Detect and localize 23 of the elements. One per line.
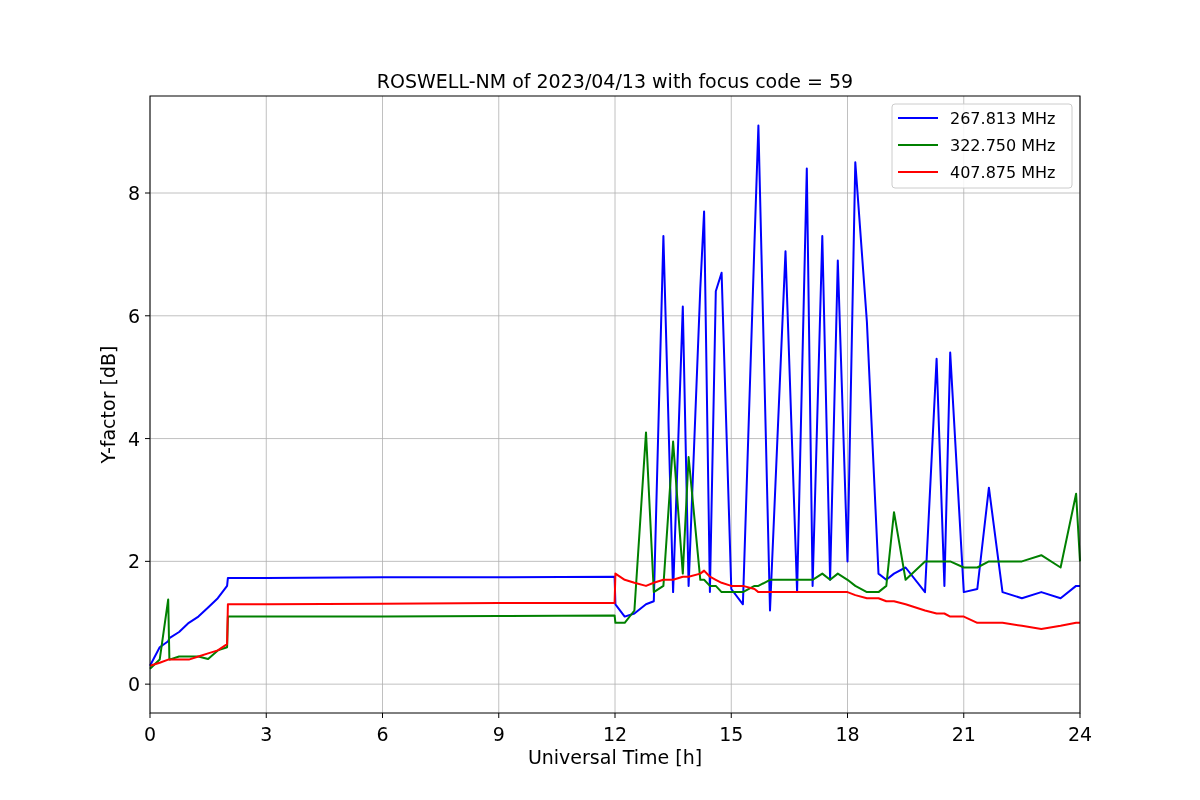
y-tick-label: 0 xyxy=(127,673,140,696)
legend-line xyxy=(897,144,939,146)
y-tick-label: 2 xyxy=(127,550,140,573)
x-tick-label: 9 xyxy=(492,723,505,745)
legend-line xyxy=(897,171,939,173)
x-tick-label: 12 xyxy=(602,723,628,745)
x-axis-label: Universal Time [h] xyxy=(527,746,703,768)
x-tick-label: 6 xyxy=(376,723,389,745)
x-tick-label: 15 xyxy=(719,723,744,745)
legend-label: 267.813 MHz xyxy=(950,109,1056,128)
x-tick-label: 18 xyxy=(835,723,860,745)
y-axis-label: Y-factor [dB] xyxy=(97,345,119,464)
x-tick-label: 24 xyxy=(1067,723,1093,745)
y-tick-label: 8 xyxy=(127,182,140,204)
legend-label: 322.750 MHz xyxy=(950,136,1056,155)
legend-label: 407.875 MHz xyxy=(950,163,1056,182)
y-tick-label: 6 xyxy=(127,304,140,327)
x-tick-label: 21 xyxy=(951,723,976,745)
chart-title: ROSWELL-NM of 2023/04/13 with focus code = 59 xyxy=(376,70,854,92)
x-tick-label: 3 xyxy=(260,723,273,745)
y-tick-label: 4 xyxy=(127,427,140,450)
x-tick-label: 0 xyxy=(143,723,157,745)
legend-line xyxy=(897,117,939,119)
